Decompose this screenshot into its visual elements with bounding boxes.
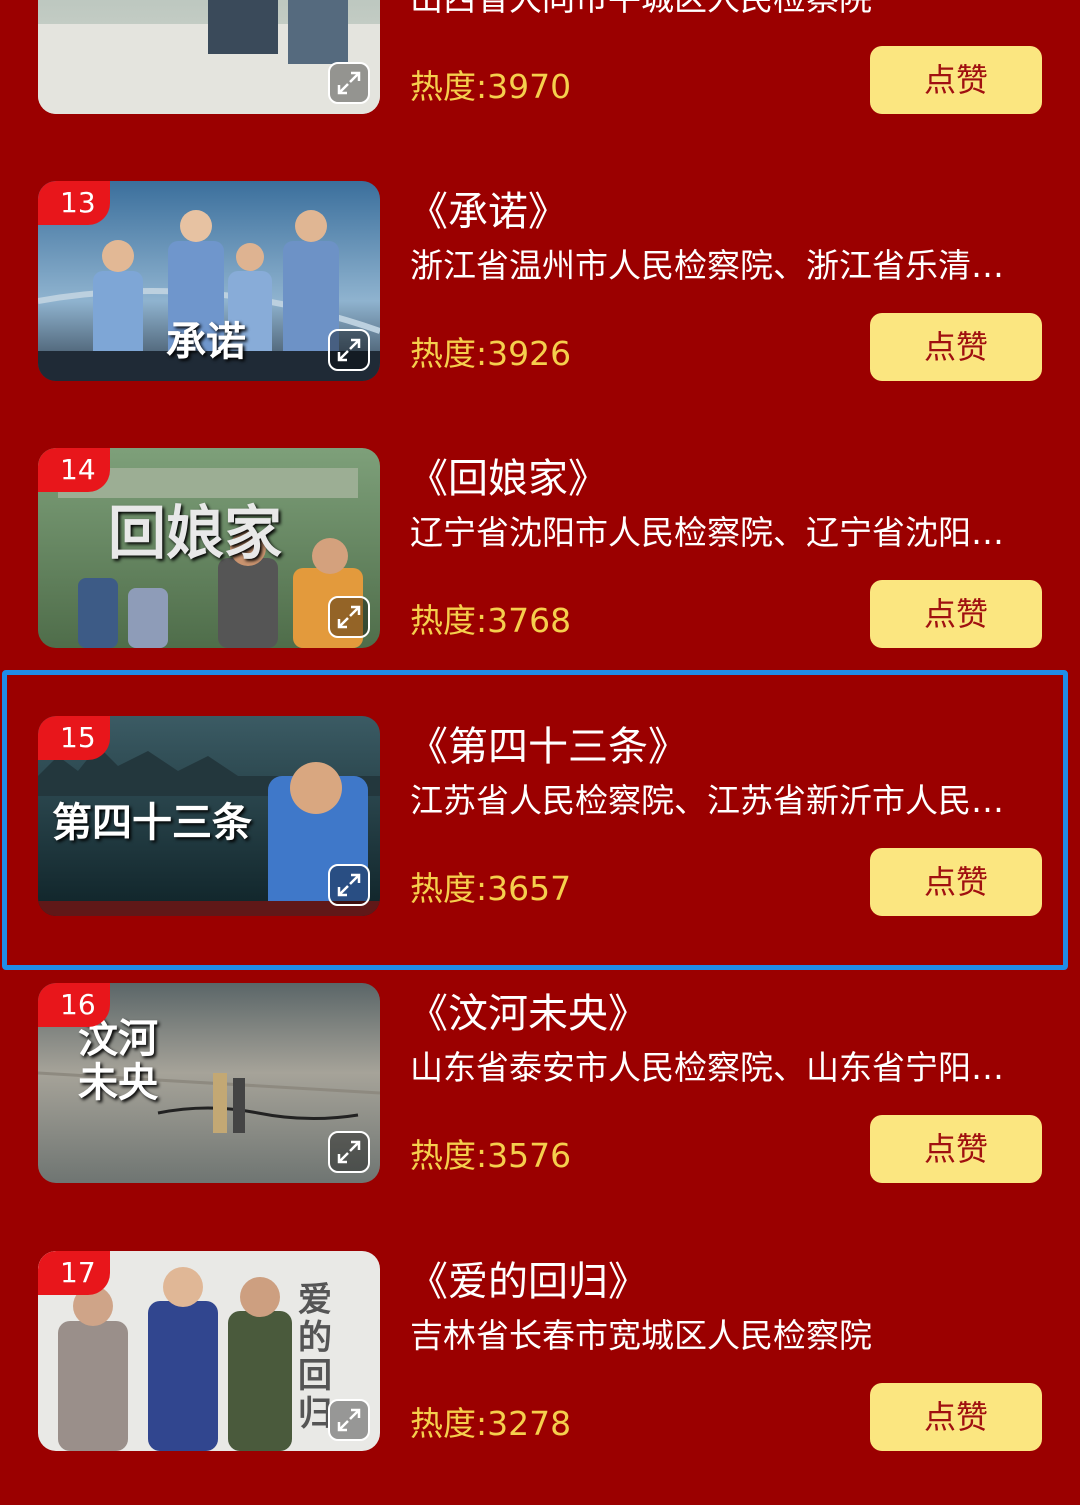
item-organization: 辽宁省沈阳市人民检察院、辽宁省沈阳市人民检察院 xyxy=(410,513,1032,552)
item-title[interactable]: 《第四十三条》 xyxy=(408,720,1048,774)
like-button[interactable]: 点赞 xyxy=(870,313,1042,381)
heat-label: 热度: xyxy=(410,334,488,373)
like-button[interactable]: 点赞 xyxy=(870,1115,1042,1183)
expand-button[interactable] xyxy=(328,1399,370,1441)
item-organization: 吉林省长春市宽城区人民检察院 xyxy=(410,1316,872,1355)
like-button[interactable]: 点赞 xyxy=(870,46,1042,114)
video-thumbnail[interactable]: 第四十三条 15 xyxy=(38,716,380,916)
expand-button[interactable] xyxy=(328,1131,370,1173)
item-heat: 热度:3926 xyxy=(410,331,571,377)
item-organization: 浙江省温州市人民检察院、浙江省乐清市人民检察院 xyxy=(410,246,1032,285)
item-title[interactable]: 《回娘家》 xyxy=(408,452,1048,506)
expand-button[interactable] xyxy=(328,329,370,371)
video-thumbnail[interactable]: 爱的回归 17 xyxy=(38,1251,380,1451)
heat-value: 3768 xyxy=(487,601,572,640)
expand-button[interactable] xyxy=(328,864,370,906)
like-button[interactable]: 点赞 xyxy=(870,1383,1042,1451)
item-heat: 热度:3768 xyxy=(410,598,571,644)
rank-badge: 16 xyxy=(38,983,110,1027)
item-heat: 热度:3657 xyxy=(410,866,571,912)
list-item[interactable]: 爱的回归 17 《爱的回归》 吉林省长春市宽城区人民检察院 热度:3278 点赞 xyxy=(0,1251,1080,1451)
expand-button[interactable] xyxy=(328,596,370,638)
list-item[interactable]: 承诺 13 《承诺》 浙江省温州市人民检察院、浙江省乐清市人民检察院 热度:39… xyxy=(0,181,1080,381)
list-item[interactable]: 第四十三条 15 《第四十三条》 江苏省人民检察院、江苏省新沂市人民检察院 热度… xyxy=(0,716,1080,916)
heat-label: 热度: xyxy=(410,1404,488,1443)
list-item[interactable]: 汶河未央 16 《汶河未央》 山东省泰安市人民检察院、山东省宁阳县人民检察院 热… xyxy=(0,983,1080,1183)
heat-label: 热度: xyxy=(410,869,488,908)
heat-label: 热度: xyxy=(410,601,488,640)
heat-value: 3278 xyxy=(487,1404,572,1443)
expand-icon xyxy=(337,338,361,362)
video-thumbnail[interactable]: 汶河未央 16 xyxy=(38,983,380,1183)
poster-title: 汶河未央 xyxy=(78,1015,158,1106)
expand-icon xyxy=(337,1408,361,1432)
list-item[interactable]: 山西省大同市平城区人民检察院 热度:3970 点赞 xyxy=(0,0,1080,114)
expand-icon xyxy=(337,605,361,629)
item-heat: 热度:3576 xyxy=(410,1133,571,1179)
video-thumbnail[interactable]: 回娘家 14 xyxy=(38,448,380,648)
rank-badge: 17 xyxy=(38,1251,110,1295)
video-thumbnail[interactable] xyxy=(38,0,380,114)
poster-title: 回娘家 xyxy=(108,499,283,567)
heat-value: 3926 xyxy=(487,334,572,373)
item-heat: 热度:3278 xyxy=(410,1401,571,1447)
rank-badge: 13 xyxy=(38,181,110,225)
rank-badge: 15 xyxy=(38,716,110,760)
item-organization: 山东省泰安市人民检察院、山东省宁阳县人民检察院 xyxy=(410,1048,1032,1087)
item-organization: 江苏省人民检察院、江苏省新沂市人民检察院 xyxy=(410,781,1032,820)
video-ranking-list: 山西省大同市平城区人民检察院 热度:3970 点赞 xyxy=(0,0,1080,1505)
list-item[interactable]: 回娘家 14 《回娘家》 辽宁省沈阳市人民检察院、辽宁省沈阳市人民检察院 热度:… xyxy=(0,448,1080,648)
rank-badge: 14 xyxy=(38,448,110,492)
item-title[interactable]: 《汶河未央》 xyxy=(408,987,1048,1041)
item-title[interactable]: 《爱的回归》 xyxy=(408,1255,1048,1309)
expand-icon xyxy=(337,1140,361,1164)
like-button[interactable]: 点赞 xyxy=(870,848,1042,916)
poster-title: 承诺 xyxy=(166,318,246,365)
expand-icon xyxy=(337,873,361,897)
video-thumbnail[interactable]: 承诺 13 xyxy=(38,181,380,381)
item-heat: 热度:3970 xyxy=(410,64,571,110)
item-organization: 山西省大同市平城区人民检察院 xyxy=(410,0,1032,22)
expand-button[interactable] xyxy=(328,62,370,104)
poster-title: 第四十三条 xyxy=(52,799,252,846)
heat-label: 热度: xyxy=(410,67,488,106)
heat-value: 3657 xyxy=(487,869,572,908)
heat-value: 3576 xyxy=(487,1136,572,1175)
like-button[interactable]: 点赞 xyxy=(870,580,1042,648)
expand-icon xyxy=(337,71,361,95)
item-title[interactable]: 《承诺》 xyxy=(408,185,1048,239)
heat-value: 3970 xyxy=(487,67,572,106)
heat-label: 热度: xyxy=(410,1136,488,1175)
